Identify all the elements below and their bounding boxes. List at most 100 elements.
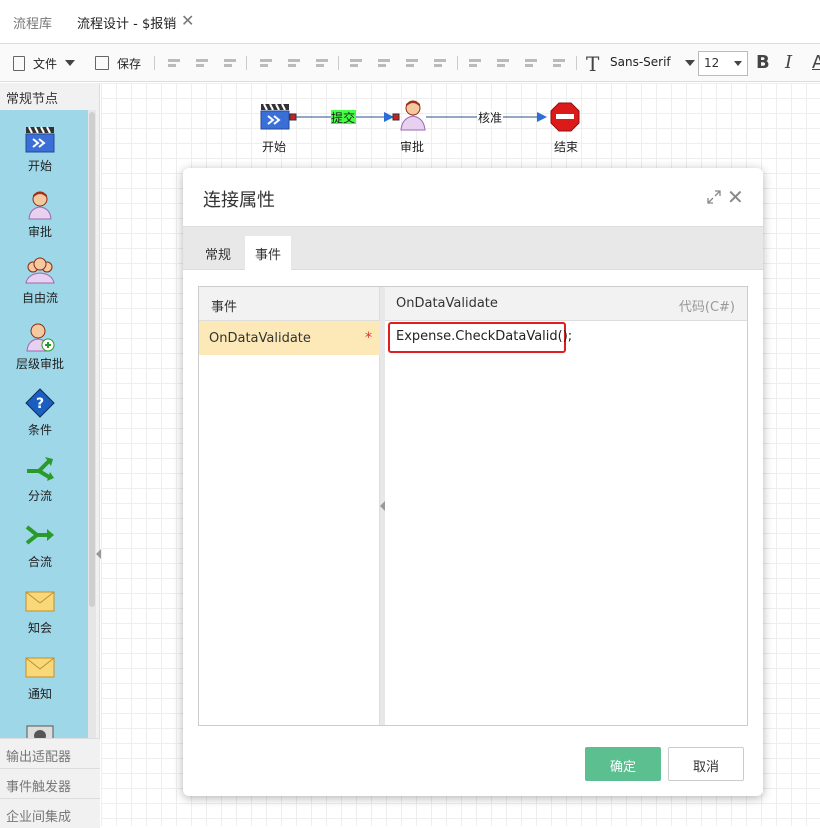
chevron-down-icon[interactable]	[685, 60, 695, 66]
distribute-v3-icon[interactable]	[524, 56, 538, 70]
split-arrow-icon	[27, 457, 54, 481]
palette-header[interactable]: 常规节点	[6, 88, 58, 107]
palette-item-condition[interactable]: ? 条件	[0, 388, 80, 438]
toolbar-divider	[457, 56, 458, 70]
flow-node-label: 开始	[262, 140, 287, 154]
distribute-v2-icon[interactable]	[496, 56, 510, 70]
italic-button[interactable]: I	[785, 52, 792, 73]
clapperboard-icon	[25, 126, 55, 153]
chevron-down-icon	[65, 60, 76, 66]
edge-label: 提交	[331, 111, 356, 125]
envelope-icon	[25, 657, 55, 678]
palette-item-free-flow[interactable]: 自由流	[0, 256, 80, 306]
palette-item-level-approval[interactable]: 层级审批	[0, 322, 80, 372]
palette-section-output-adapter[interactable]: 输出适配器	[0, 738, 100, 768]
distribute-h3-icon[interactable]	[405, 56, 419, 70]
event-row-ondatavalidate[interactable]: OnDataValidate *	[199, 321, 380, 355]
user-icon	[28, 191, 52, 220]
toolbar-divider	[338, 56, 339, 70]
event-name: OnDataValidate	[209, 331, 311, 346]
flow-node-label: 结束	[554, 140, 579, 154]
events-panel: 事件 OnDataValidate * OnDataValidate 代码(C#…	[198, 286, 748, 726]
node-palette: 常规节点 开始 审批 自由流 层级审批 ? 条件 分流 合流 知会 通知 输出适…	[0, 83, 101, 828]
align-top-icon[interactable]	[259, 56, 273, 70]
tab-design[interactable]: 流程设计 - $报销	[77, 13, 176, 32]
tab-general[interactable]: 常规	[195, 236, 241, 271]
palette-item-label: 合流	[27, 555, 52, 569]
toolbar-divider	[154, 56, 155, 70]
palette-item-inform[interactable]: 知会	[0, 586, 80, 636]
envelope-icon	[25, 591, 55, 612]
font-size-select[interactable]: 12	[698, 51, 748, 76]
align-bottom-icon[interactable]	[315, 56, 329, 70]
dialog-tabs: 常规 事件	[183, 226, 763, 271]
palette-scroll-thumb[interactable]	[89, 112, 95, 607]
code-language: 代码(C#)	[678, 300, 735, 315]
palette-section-b2b[interactable]: 企业间集成	[0, 798, 100, 828]
close-icon[interactable]: ✕	[727, 185, 744, 209]
font-size-value: 12	[704, 56, 720, 70]
palette-item-label: 分流	[27, 489, 52, 503]
chevron-down-icon	[734, 61, 742, 66]
merge-arrow-icon	[25, 525, 54, 545]
distribute-h4-icon[interactable]	[433, 56, 447, 70]
svg-text:?: ?	[36, 396, 44, 412]
align-left-icon[interactable]	[167, 56, 181, 70]
distribute-h2-icon[interactable]	[377, 56, 391, 70]
palette-list: 开始 审批 自由流 层级审批 ? 条件 分流 合流 知会 通知	[0, 110, 88, 740]
expand-icon[interactable]	[707, 190, 721, 204]
stop-icon[interactable]	[550, 102, 580, 132]
palette-item-label: 自由流	[21, 291, 58, 305]
flow-node-start[interactable]	[260, 103, 290, 130]
toolbar: 文件 保存 T Sans-Serif 12 B I A	[0, 44, 820, 82]
distribute-v4-icon[interactable]	[552, 56, 566, 70]
palette-item-notify[interactable]: 通知	[0, 652, 80, 702]
align-center-icon[interactable]	[195, 56, 209, 70]
tab-bar: 流程库 流程设计 - $报销 ✕	[0, 0, 820, 44]
palette-item-approval[interactable]: 审批	[0, 190, 80, 240]
events-header: 事件	[199, 287, 379, 321]
palette-item-start[interactable]: 开始	[0, 124, 80, 174]
connection-handle[interactable]	[392, 113, 400, 121]
code-header: OnDataValidate 代码(C#)	[385, 287, 747, 321]
user-add-icon	[26, 323, 55, 352]
flow-node-approval[interactable]	[400, 100, 426, 131]
dialog-title: 连接属性	[203, 190, 275, 211]
distribute-v-icon[interactable]	[468, 56, 482, 70]
save-label: 保存	[117, 56, 142, 71]
font-icon: T	[586, 52, 600, 76]
align-middle-icon[interactable]	[287, 56, 301, 70]
cancel-button[interactable]: 取消	[668, 747, 744, 781]
bold-button[interactable]: B	[756, 52, 770, 73]
code-event-name: OnDataValidate	[396, 296, 498, 311]
font-family-select[interactable]: Sans-Serif	[610, 55, 671, 69]
required-mark: *	[365, 330, 372, 346]
palette-section-event-trigger[interactable]: 事件触发器	[0, 768, 100, 798]
flow-node-label: 审批	[400, 140, 425, 154]
align-right-icon[interactable]	[223, 56, 237, 70]
save-button[interactable]: 保存	[95, 44, 141, 82]
palette-item-label: 层级审批	[15, 357, 64, 371]
camera-icon	[26, 725, 54, 740]
palette-item-label: 开始	[27, 159, 52, 173]
events-list: 事件 OnDataValidate *	[199, 287, 380, 725]
tab-events[interactable]: 事件	[245, 236, 292, 271]
ok-button[interactable]: 确定	[585, 747, 661, 781]
file-menu-button[interactable]: 文件	[13, 44, 76, 82]
palette-scrollbar[interactable]	[88, 110, 96, 740]
code-editor[interactable]: Expense.CheckDataValid();	[388, 322, 572, 353]
underline-button[interactable]: A	[812, 52, 820, 73]
connection-handle[interactable]	[289, 113, 297, 121]
palette-item-split[interactable]: 分流	[0, 454, 80, 504]
file-icon	[13, 55, 25, 71]
tab-library[interactable]: 流程库	[13, 13, 52, 32]
toolbar-divider	[576, 56, 577, 70]
users-icon	[25, 257, 55, 284]
connection-properties-dialog: 连接属性 ✕ 常规 事件 事件 OnDataValidate * OnDataV…	[183, 168, 763, 796]
file-label: 文件	[33, 56, 58, 71]
palette-item-merge[interactable]: 合流	[0, 520, 80, 570]
palette-item-label: 审批	[27, 225, 52, 239]
distribute-h-icon[interactable]	[349, 56, 363, 70]
close-icon[interactable]: ✕	[181, 11, 194, 30]
palette-item-partial[interactable]	[0, 718, 80, 740]
